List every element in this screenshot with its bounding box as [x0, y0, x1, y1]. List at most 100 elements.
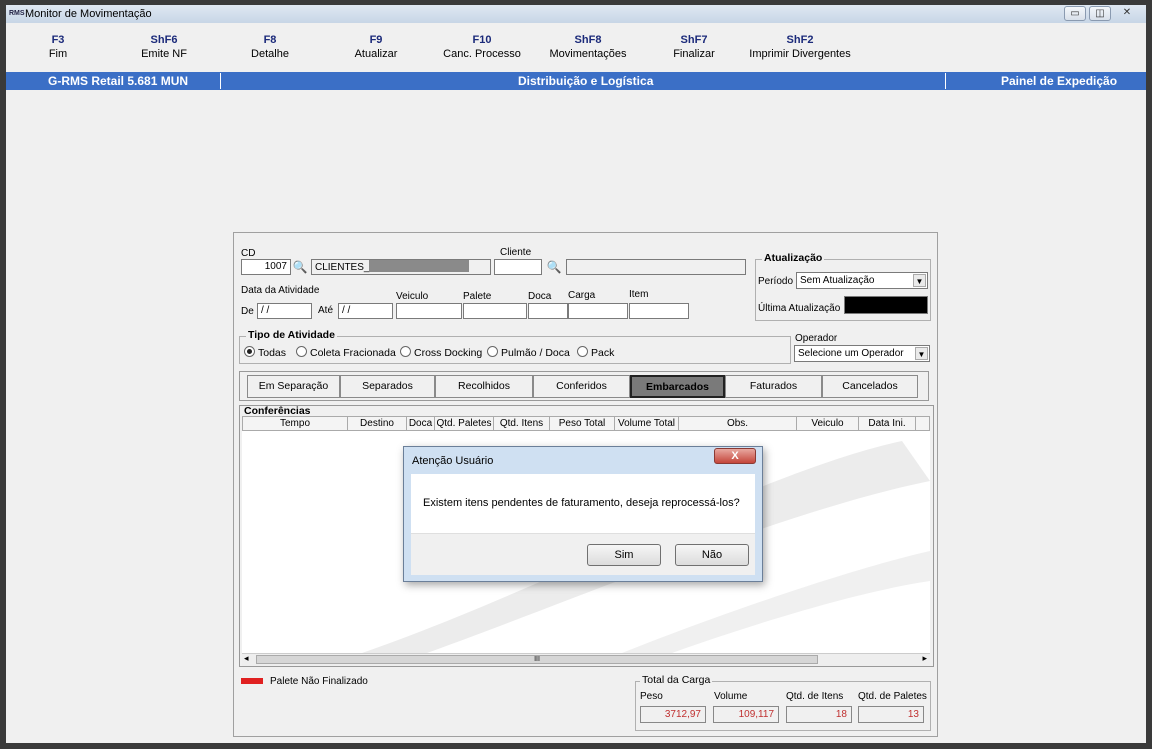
periodo-label: Período: [758, 276, 794, 287]
col-qtd-itens[interactable]: Qtd. Itens: [494, 417, 550, 430]
tab-em-separacao[interactable]: Em Separação: [247, 375, 340, 398]
radio-pack[interactable]: Pack: [577, 346, 614, 359]
fkey-imprimir-divergentes[interactable]: ShF2 Imprimir Divergentes: [745, 32, 855, 60]
binoculars-icon[interactable]: 🔍: [546, 259, 562, 275]
cd-input[interactable]: 1007: [241, 259, 291, 275]
atualizacao-title: Atualização: [762, 252, 825, 264]
col-veiculo[interactable]: Veiculo: [797, 417, 859, 430]
tab-separados[interactable]: Separados: [340, 375, 435, 398]
title-bar: RMS Monitor de Movimentação ▭ ◫ ✕: [6, 5, 1146, 23]
radio-todas[interactable]: Todas: [244, 346, 286, 359]
volume-label: Volume: [714, 691, 748, 702]
col-volume-total[interactable]: Volume Total: [615, 417, 679, 430]
yes-button[interactable]: Sim: [587, 544, 661, 566]
item-label: Item: [629, 289, 649, 300]
main-window: RMS Monitor de Movimentação ▭ ◫ ✕ F3 Fim …: [6, 5, 1146, 743]
binoculars-icon[interactable]: 🔍: [292, 259, 308, 275]
ultima-atualizacao-label: Última Atualização: [758, 303, 841, 314]
minimize-icon[interactable]: ▭: [1064, 6, 1086, 21]
col-tempo[interactable]: Tempo: [243, 417, 348, 430]
tab-faturados[interactable]: Faturados: [725, 375, 822, 398]
item-input[interactable]: [629, 303, 689, 319]
qtd-itens-value: 18: [786, 706, 852, 723]
version-label: G-RMS Retail 5.681 MUN: [48, 74, 189, 88]
col-doca[interactable]: Doca: [407, 417, 435, 430]
tipo-atividade-title: Tipo de Atividade: [246, 329, 337, 341]
fkey-fim[interactable]: F3 Fim: [3, 32, 113, 60]
scroll-thumb[interactable]: III: [256, 655, 818, 664]
carga-label: Carga: [568, 290, 596, 301]
carga-input[interactable]: [568, 303, 628, 319]
restore-icon[interactable]: ◫: [1089, 6, 1111, 21]
fkey-movimentacoes[interactable]: ShF8 Movimentações: [533, 32, 643, 60]
dialog-footer: Sim Não: [411, 533, 755, 575]
col-qtd-paletes[interactable]: Qtd. Paletes: [435, 417, 494, 430]
de-date-input[interactable]: / /: [257, 303, 312, 319]
tab-conferidos[interactable]: Conferidos: [533, 375, 630, 398]
scroll-left-icon[interactable]: ◂: [244, 653, 249, 664]
ate-date-input[interactable]: / /: [338, 303, 393, 319]
veiculo-input[interactable]: [396, 303, 462, 319]
no-button[interactable]: Não: [675, 544, 749, 566]
radio-icon: [296, 346, 307, 357]
dialog-title: Atenção Usuário: [412, 455, 494, 467]
chevron-down-icon: ▼: [913, 274, 926, 287]
operador-select[interactable]: Selecione um Operador ▼: [794, 345, 930, 362]
dialog-close-icon[interactable]: X: [714, 448, 756, 464]
dialog-message: Existem itens pendentes de faturamento, …: [423, 497, 740, 509]
legend-swatch: [241, 678, 263, 684]
palete-input[interactable]: [463, 303, 527, 319]
radio-icon: [400, 346, 411, 357]
total-carga-title: Total da Carga: [640, 674, 713, 686]
radio-pulmao-doca[interactable]: Pulmão / Doca: [487, 346, 570, 359]
total-carga-group: Total da Carga Peso Volume Qtd. de Itens…: [635, 674, 931, 731]
qtd-paletes-value: 13: [858, 706, 924, 723]
module-title: Distribuição e Logística: [518, 74, 654, 88]
cliente-label: Cliente: [500, 247, 532, 258]
cliente-name-field: [566, 259, 746, 275]
cd-name-field: CLIENTES_: [311, 259, 491, 275]
function-key-bar: F3 Fim ShF6 Emite NF F8 Detalhe F9 Atualizar…: [6, 32, 906, 68]
col-obs[interactable]: Obs.: [679, 417, 797, 430]
app-icon: RMS: [9, 10, 25, 17]
tab-cancelados[interactable]: Cancelados: [822, 375, 918, 398]
palete-label: Palete: [463, 291, 492, 302]
qtd-itens-label: Qtd. de Itens: [786, 691, 844, 702]
atualizacao-group: Atualização Período Sem Atualização ▼ Últ…: [755, 252, 931, 321]
status-tabs: Em Separação Separados Recolhidos Confer…: [239, 371, 929, 401]
radio-selected-icon: [244, 346, 255, 357]
tab-embarcados[interactable]: Embarcados: [630, 375, 725, 398]
horizontal-scrollbar[interactable]: ◂ III ▸: [242, 653, 930, 666]
radio-cross-docking[interactable]: Cross Docking: [400, 346, 482, 359]
cd-label: CD: [241, 248, 256, 259]
radio-icon: [577, 346, 588, 357]
module-bar: G-RMS Retail 5.681 MUN Distribuição e Lo…: [6, 72, 1146, 90]
ultima-atualizacao-field: [844, 296, 928, 314]
chevron-down-icon: ▼: [915, 347, 928, 360]
col-data-ini[interactable]: Data Ini.: [859, 417, 916, 430]
confirm-dialog: Atenção Usuário X Existem itens pendente…: [403, 446, 763, 582]
fkey-emite-nf[interactable]: ShF6 Emite NF: [109, 32, 219, 60]
radio-icon: [487, 346, 498, 357]
cliente-input[interactable]: [494, 259, 542, 275]
fkey-finalizar[interactable]: ShF7 Finalizar: [639, 32, 749, 60]
volume-value: 109,117: [713, 706, 779, 723]
col-destino[interactable]: Destino: [348, 417, 407, 430]
fkey-detalhe[interactable]: F8 Detalhe: [215, 32, 325, 60]
doca-label: Doca: [528, 291, 552, 302]
radio-coleta-fracionada[interactable]: Coleta Fracionada: [296, 346, 396, 359]
doca-input[interactable]: [528, 303, 568, 319]
close-icon[interactable]: ✕: [1116, 6, 1138, 21]
ate-label: Até: [318, 305, 334, 316]
divider: [220, 73, 221, 89]
fkey-atualizar[interactable]: F9 Atualizar: [321, 32, 431, 60]
tab-recolhidos[interactable]: Recolhidos: [435, 375, 533, 398]
redacted-block: [369, 260, 470, 272]
tipo-atividade-group: Tipo de Atividade Todas Coleta Fracionad…: [239, 329, 791, 364]
peso-label: Peso: [640, 691, 663, 702]
periodo-select[interactable]: Sem Atualização ▼: [796, 272, 928, 289]
col-peso-total[interactable]: Peso Total: [550, 417, 615, 430]
scroll-right-icon[interactable]: ▸: [922, 653, 927, 664]
window-title: Monitor de Movimentação: [25, 8, 152, 20]
fkey-canc-processo[interactable]: F10 Canc. Processo: [427, 32, 537, 60]
